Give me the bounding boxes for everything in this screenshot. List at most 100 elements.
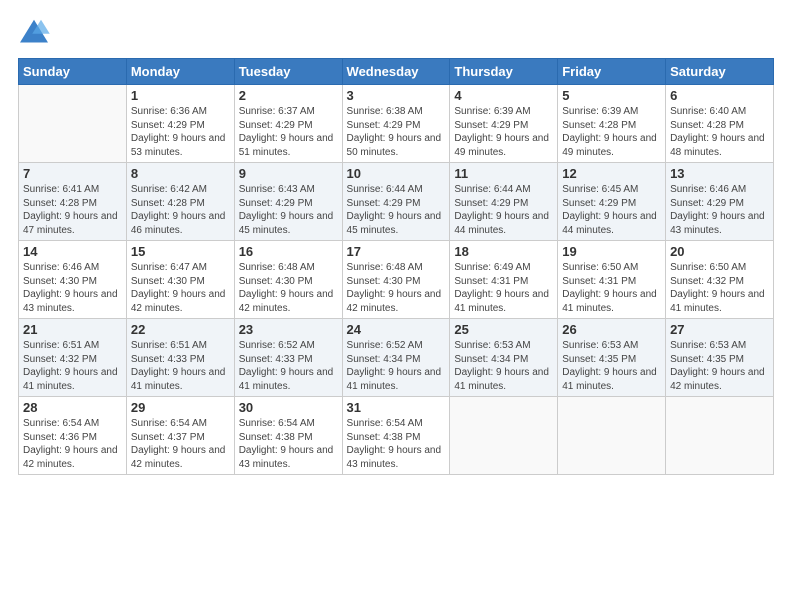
day-cell: 21 Sunrise: 6:51 AMSunset: 4:32 PMDayligh… [19, 319, 127, 397]
day-info: Sunrise: 6:42 AMSunset: 4:28 PMDaylight:… [131, 183, 230, 237]
day-info: Sunrise: 6:54 AMSunset: 4:36 PMDaylight:… [23, 417, 122, 471]
page: SundayMondayTuesdayWednesdayThursdayFrid… [0, 0, 792, 612]
day-cell: 15 Sunrise: 6:47 AMSunset: 4:30 PMDayligh… [126, 241, 234, 319]
day-info: Sunrise: 6:54 AMSunset: 4:37 PMDaylight:… [131, 417, 230, 471]
day-info: Sunrise: 6:51 AMSunset: 4:32 PMDaylight:… [23, 339, 122, 393]
day-cell [450, 397, 558, 475]
day-cell: 16Sunrise: 6:48 AMSunset: 4:30 PMDayligh… [234, 241, 342, 319]
day-number: 8 [131, 166, 230, 181]
day-number: 19 [562, 244, 661, 259]
day-cell: 27 Sunrise: 6:53 AMSunset: 4:35 PMDayligh… [666, 319, 774, 397]
day-info: Sunrise: 6:44 AMSunset: 4:29 PMDaylight:… [347, 183, 446, 237]
day-info: Sunrise: 6:46 AMSunset: 4:29 PMDaylight:… [670, 183, 769, 237]
day-info: Sunrise: 6:53 AMSunset: 4:35 PMDaylight:… [562, 339, 661, 393]
day-info: Sunrise: 6:41 AMSunset: 4:28 PMDaylight:… [23, 183, 122, 237]
day-number: 24 [347, 322, 446, 337]
day-cell: 2Sunrise: 6:37 AMSunset: 4:29 PMDaylight… [234, 85, 342, 163]
week-row-0: 1Sunrise: 6:36 AMSunset: 4:29 PMDaylight… [19, 85, 774, 163]
day-number: 22 [131, 322, 230, 337]
day-cell: 7 Sunrise: 6:41 AMSunset: 4:28 PMDaylight… [19, 163, 127, 241]
day-info: Sunrise: 6:38 AMSunset: 4:29 PMDaylight:… [347, 105, 446, 159]
logo-icon [18, 18, 50, 46]
weekday-header-wednesday: Wednesday [342, 59, 450, 85]
day-cell [666, 397, 774, 475]
day-cell: 17Sunrise: 6:48 AMSunset: 4:30 PMDayligh… [342, 241, 450, 319]
day-cell: 26 Sunrise: 6:53 AMSunset: 4:35 PMDayligh… [558, 319, 666, 397]
day-number: 5 [562, 88, 661, 103]
weekday-header-thursday: Thursday [450, 59, 558, 85]
day-info: Sunrise: 6:52 AMSunset: 4:34 PMDaylight:… [347, 339, 446, 393]
day-cell [558, 397, 666, 475]
day-number: 20 [670, 244, 769, 259]
day-number: 4 [454, 88, 553, 103]
day-info: Sunrise: 6:54 AMSunset: 4:38 PMDaylight:… [239, 417, 338, 471]
day-number: 7 [23, 166, 122, 181]
day-cell: 9 Sunrise: 6:43 AMSunset: 4:29 PMDaylight… [234, 163, 342, 241]
day-cell: 23 Sunrise: 6:52 AMSunset: 4:33 PMDayligh… [234, 319, 342, 397]
header [18, 18, 774, 46]
weekday-header-friday: Friday [558, 59, 666, 85]
day-cell: 30Sunrise: 6:54 AMSunset: 4:38 PMDayligh… [234, 397, 342, 475]
day-cell: 25Sunrise: 6:53 AMSunset: 4:34 PMDayligh… [450, 319, 558, 397]
week-row-2: 14Sunrise: 6:46 AMSunset: 4:30 PMDayligh… [19, 241, 774, 319]
day-info: Sunrise: 6:45 AMSunset: 4:29 PMDaylight:… [562, 183, 661, 237]
day-cell: 12Sunrise: 6:45 AMSunset: 4:29 PMDayligh… [558, 163, 666, 241]
week-row-1: 7 Sunrise: 6:41 AMSunset: 4:28 PMDaylight… [19, 163, 774, 241]
day-number: 31 [347, 400, 446, 415]
day-cell: 13 Sunrise: 6:46 AMSunset: 4:29 PMDayligh… [666, 163, 774, 241]
day-cell: 14Sunrise: 6:46 AMSunset: 4:30 PMDayligh… [19, 241, 127, 319]
day-number: 10 [347, 166, 446, 181]
day-info: Sunrise: 6:48 AMSunset: 4:30 PMDaylight:… [239, 261, 338, 315]
day-number: 1 [131, 88, 230, 103]
day-info: Sunrise: 6:40 AMSunset: 4:28 PMDaylight:… [670, 105, 769, 159]
day-cell: 24 Sunrise: 6:52 AMSunset: 4:34 PMDayligh… [342, 319, 450, 397]
day-info: Sunrise: 6:48 AMSunset: 4:30 PMDaylight:… [347, 261, 446, 315]
logo [18, 18, 56, 46]
day-cell: 10 Sunrise: 6:44 AMSunset: 4:29 PMDayligh… [342, 163, 450, 241]
day-number: 14 [23, 244, 122, 259]
day-info: Sunrise: 6:44 AMSunset: 4:29 PMDaylight:… [454, 183, 553, 237]
day-number: 15 [131, 244, 230, 259]
day-cell: 1Sunrise: 6:36 AMSunset: 4:29 PMDaylight… [126, 85, 234, 163]
weekday-header-monday: Monday [126, 59, 234, 85]
day-number: 11 [454, 166, 553, 181]
day-number: 29 [131, 400, 230, 415]
day-info: Sunrise: 6:39 AMSunset: 4:28 PMDaylight:… [562, 105, 661, 159]
day-cell [19, 85, 127, 163]
day-info: Sunrise: 6:39 AMSunset: 4:29 PMDaylight:… [454, 105, 553, 159]
day-number: 13 [670, 166, 769, 181]
day-info: Sunrise: 6:53 AMSunset: 4:35 PMDaylight:… [670, 339, 769, 393]
day-cell: 6 Sunrise: 6:40 AMSunset: 4:28 PMDaylight… [666, 85, 774, 163]
day-number: 23 [239, 322, 338, 337]
weekday-header-tuesday: Tuesday [234, 59, 342, 85]
day-cell: 19 Sunrise: 6:50 AMSunset: 4:31 PMDayligh… [558, 241, 666, 319]
day-number: 2 [239, 88, 338, 103]
day-cell: 11 Sunrise: 6:44 AMSunset: 4:29 PMDayligh… [450, 163, 558, 241]
day-info: Sunrise: 6:47 AMSunset: 4:30 PMDaylight:… [131, 261, 230, 315]
day-number: 9 [239, 166, 338, 181]
day-cell: 29 Sunrise: 6:54 AMSunset: 4:37 PMDayligh… [126, 397, 234, 475]
day-cell: 8 Sunrise: 6:42 AMSunset: 4:28 PMDaylight… [126, 163, 234, 241]
day-number: 21 [23, 322, 122, 337]
week-row-3: 21 Sunrise: 6:51 AMSunset: 4:32 PMDayligh… [19, 319, 774, 397]
day-cell: 28Sunrise: 6:54 AMSunset: 4:36 PMDayligh… [19, 397, 127, 475]
day-number: 26 [562, 322, 661, 337]
day-cell: 3 Sunrise: 6:38 AMSunset: 4:29 PMDaylight… [342, 85, 450, 163]
day-cell: 18Sunrise: 6:49 AMSunset: 4:31 PMDayligh… [450, 241, 558, 319]
day-info: Sunrise: 6:51 AMSunset: 4:33 PMDaylight:… [131, 339, 230, 393]
day-info: Sunrise: 6:43 AMSunset: 4:29 PMDaylight:… [239, 183, 338, 237]
day-info: Sunrise: 6:50 AMSunset: 4:31 PMDaylight:… [562, 261, 661, 315]
day-info: Sunrise: 6:54 AMSunset: 4:38 PMDaylight:… [347, 417, 446, 471]
day-cell: 22 Sunrise: 6:51 AMSunset: 4:33 PMDayligh… [126, 319, 234, 397]
weekday-header-sunday: Sunday [19, 59, 127, 85]
day-info: Sunrise: 6:49 AMSunset: 4:31 PMDaylight:… [454, 261, 553, 315]
calendar: SundayMondayTuesdayWednesdayThursdayFrid… [18, 58, 774, 475]
day-number: 27 [670, 322, 769, 337]
day-cell: 20Sunrise: 6:50 AMSunset: 4:32 PMDayligh… [666, 241, 774, 319]
day-cell: 4 Sunrise: 6:39 AMSunset: 4:29 PMDaylight… [450, 85, 558, 163]
day-cell: 5 Sunrise: 6:39 AMSunset: 4:28 PMDaylight… [558, 85, 666, 163]
day-number: 3 [347, 88, 446, 103]
day-number: 6 [670, 88, 769, 103]
day-cell: 31 Sunrise: 6:54 AMSunset: 4:38 PMDayligh… [342, 397, 450, 475]
day-info: Sunrise: 6:52 AMSunset: 4:33 PMDaylight:… [239, 339, 338, 393]
